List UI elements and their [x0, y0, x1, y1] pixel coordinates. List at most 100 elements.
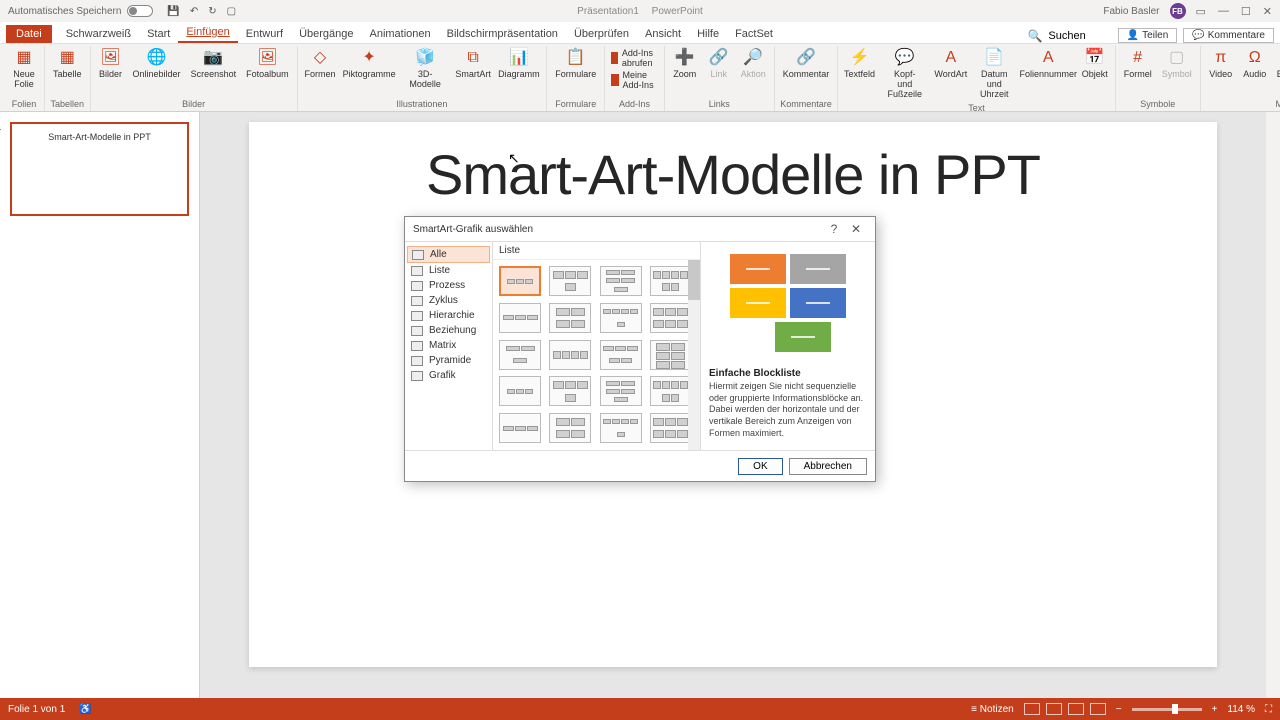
ribbon-screenshot[interactable]: 📷Screenshot: [187, 46, 241, 82]
layout-option[interactable]: [600, 413, 642, 443]
zoom-in-icon[interactable]: +: [1212, 704, 1218, 715]
category-hierarchie[interactable]: Hierarchie: [407, 308, 490, 323]
tab-entwurf[interactable]: Entwurf: [238, 25, 291, 43]
layout-option[interactable]: [650, 266, 692, 296]
ribbon-neue-folie[interactable]: ▦NeueFolie: [8, 46, 40, 92]
category-alle[interactable]: Alle: [407, 246, 490, 263]
category-zyklus[interactable]: Zyklus: [407, 293, 490, 308]
ribbon-bilder[interactable]: 🖼Bilder: [95, 46, 127, 82]
ribbon-formulare[interactable]: 📋Formulare: [551, 46, 600, 82]
accessibility-icon[interactable]: ♿: [79, 704, 91, 715]
ribbon-mode-icon[interactable]: ▭: [1196, 5, 1206, 18]
ribbon-meine-add-ins[interactable]: Meine Add-Ins: [611, 70, 658, 90]
redo-icon[interactable]: ↻: [208, 6, 216, 17]
tab-start[interactable]: Start: [139, 25, 178, 43]
slideshow-icon[interactable]: ▢: [227, 6, 236, 17]
layout-option[interactable]: [650, 303, 692, 333]
layout-option[interactable]: [650, 376, 692, 406]
tab-factset[interactable]: FactSet: [727, 25, 781, 43]
layout-option[interactable]: [650, 413, 692, 443]
ribbon-audio[interactable]: ΩAudio: [1239, 46, 1271, 82]
minimize-icon[interactable]: —: [1218, 5, 1229, 18]
category-matrix[interactable]: Matrix: [407, 338, 490, 353]
undo-icon[interactable]: ↶: [190, 6, 198, 17]
ribbon-kommentar[interactable]: 🔗Kommentar: [779, 46, 834, 82]
tab-übergänge[interactable]: Übergänge: [291, 25, 361, 43]
ribbon-piktogramme[interactable]: ✦Piktogramme: [340, 46, 397, 82]
ribbon-formel[interactable]: #Formel: [1120, 46, 1156, 82]
reading-view-icon[interactable]: [1068, 703, 1084, 715]
layout-option[interactable]: [499, 266, 541, 296]
category-grafik[interactable]: Grafik: [407, 368, 490, 383]
ribbon-datum-und-uhrzeit[interactable]: 📄Datumund Uhrzeit: [971, 46, 1018, 102]
layout-option[interactable]: [499, 340, 541, 370]
ribbon-formen[interactable]: ◇Formen: [302, 46, 339, 82]
autosave-toggle[interactable]: Automatisches Speichern: [8, 5, 153, 17]
close-icon[interactable]: ✕: [1263, 5, 1272, 18]
tab-einfügen[interactable]: Einfügen: [178, 23, 237, 43]
normal-view-icon[interactable]: [1024, 703, 1040, 715]
layout-option[interactable]: [549, 413, 591, 443]
ribbon-tabelle[interactable]: ▦Tabelle: [49, 46, 86, 82]
notes-button[interactable]: ≡ Notizen: [971, 704, 1014, 715]
tab-bildschirmpräsentation[interactable]: Bildschirmpräsentation: [439, 25, 566, 43]
search-label[interactable]: Suchen: [1048, 30, 1085, 42]
toggle-switch[interactable]: [127, 5, 153, 17]
ribbon-diagramm[interactable]: 📊Diagramm: [496, 46, 543, 82]
ribbon-video[interactable]: πVideo: [1205, 46, 1237, 82]
ribbon-kopf--und-fußzeile[interactable]: 💬Kopf-und Fußzeile: [879, 46, 931, 102]
layout-option[interactable]: [600, 266, 642, 296]
ribbon-add-ins-abrufen[interactable]: Add-Ins abrufen: [611, 48, 658, 68]
layout-option[interactable]: [600, 376, 642, 406]
layout-option[interactable]: [549, 376, 591, 406]
help-icon[interactable]: ?: [823, 222, 845, 236]
grid-scrollbar[interactable]: [688, 260, 700, 450]
ribbon-onlinebilder[interactable]: 🌐Onlinebilder: [129, 46, 185, 82]
comments-button[interactable]: 💬Kommentare: [1183, 28, 1274, 43]
category-prozess[interactable]: Prozess: [407, 278, 490, 293]
ribbon-foliennummer[interactable]: AFoliennummer: [1020, 46, 1077, 82]
layout-option[interactable]: [499, 413, 541, 443]
ribbon-3d-modelle[interactable]: 🧊3D-Modelle: [400, 46, 451, 92]
layout-option[interactable]: [549, 303, 591, 333]
sorter-view-icon[interactable]: [1046, 703, 1062, 715]
zoom-out-icon[interactable]: −: [1116, 704, 1122, 715]
dialog-close-icon[interactable]: ✕: [845, 222, 867, 236]
ribbon-zoom[interactable]: ➕Zoom: [669, 46, 701, 82]
search-icon[interactable]: 🔍: [1027, 29, 1042, 43]
fit-window-icon[interactable]: ⛶: [1265, 704, 1272, 715]
ribbon-bildschirmaufzeichnung[interactable]: ▶Bildschirmaufzeichnung: [1273, 46, 1280, 82]
layout-option[interactable]: [600, 303, 642, 333]
layout-option[interactable]: [549, 266, 591, 296]
tab-animationen[interactable]: Animationen: [362, 25, 439, 43]
zoom-slider[interactable]: [1132, 708, 1202, 711]
category-pyramide[interactable]: Pyramide: [407, 353, 490, 368]
tab-schwarzweiß[interactable]: Schwarzweiß: [58, 25, 139, 43]
maximize-icon[interactable]: ☐: [1241, 5, 1251, 18]
tab-ansicht[interactable]: Ansicht: [637, 25, 689, 43]
ribbon-objekt[interactable]: 📅Objekt: [1079, 46, 1111, 82]
vertical-scrollbar[interactable]: [1266, 112, 1280, 698]
share-button[interactable]: 👤Teilen: [1118, 28, 1178, 43]
slide-thumbnail[interactable]: Smart-Art-Modelle in PPT: [10, 122, 189, 216]
cancel-button[interactable]: Abbrechen: [789, 458, 867, 475]
user-avatar[interactable]: FB: [1170, 3, 1186, 19]
layout-option[interactable]: [600, 340, 642, 370]
slideshow-view-icon[interactable]: [1090, 703, 1106, 715]
category-beziehung[interactable]: Beziehung: [407, 323, 490, 338]
layout-option[interactable]: [650, 340, 692, 370]
ribbon-textfeld[interactable]: ⚡Textfeld: [842, 46, 876, 82]
dialog-titlebar[interactable]: SmartArt-Grafik auswählen ? ✕: [405, 217, 875, 241]
ok-button[interactable]: OK: [738, 458, 782, 475]
ribbon-fotoalbum[interactable]: 🖼Fotoalbum: [242, 46, 293, 82]
layout-option[interactable]: [499, 376, 541, 406]
ribbon-smartart[interactable]: ⧉SmartArt: [453, 46, 494, 82]
tab-hilfe[interactable]: Hilfe: [689, 25, 727, 43]
layout-option[interactable]: [549, 340, 591, 370]
tab-file[interactable]: Datei: [6, 25, 52, 43]
category-liste[interactable]: Liste: [407, 263, 490, 278]
ribbon-wordart[interactable]: AWordArt: [933, 46, 969, 82]
tab-überprüfen[interactable]: Überprüfen: [566, 25, 637, 43]
layout-option[interactable]: [499, 303, 541, 333]
save-icon[interactable]: 💾: [167, 6, 179, 17]
